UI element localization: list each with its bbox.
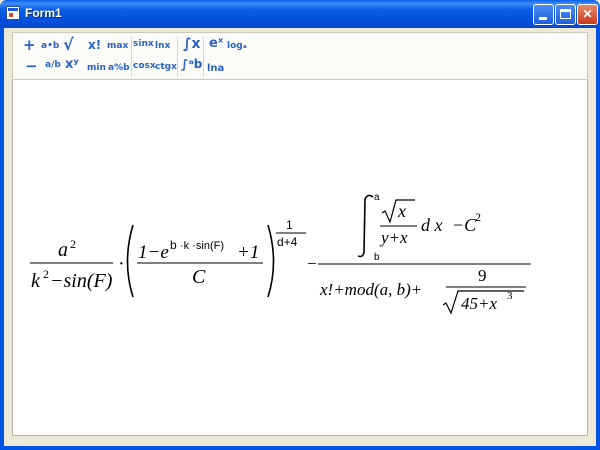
max-button[interactable]: max — [107, 41, 128, 51]
integral-button[interactable]: ∫x — [183, 36, 201, 52]
definite-integral-button[interactable]: ∫ᵃb — [181, 57, 202, 71]
app-icon — [6, 6, 20, 20]
log-button[interactable]: logₐ — [227, 41, 247, 51]
exp-button[interactable]: eˣ — [209, 36, 223, 51]
minimize-icon — [539, 17, 547, 20]
sqrt-button[interactable]: √ — [63, 35, 74, 54]
minimize-button[interactable] — [533, 4, 554, 25]
cos-button[interactable]: cosx — [133, 61, 156, 71]
mod-button[interactable]: a%b — [108, 63, 130, 73]
ln-a-button[interactable]: lna — [207, 63, 224, 74]
min-button[interactable]: min — [87, 63, 106, 73]
toolbar-separator — [203, 37, 204, 77]
app-window: Form1 ✕ + a•b √ x! max sinx lnx ∫x eˣ lo… — [0, 0, 600, 450]
maximize-button[interactable] — [555, 4, 576, 25]
maximize-icon — [560, 9, 571, 19]
sin-button[interactable]: sinx — [133, 39, 154, 49]
close-icon: ✕ — [582, 7, 593, 21]
window-title: Form1 — [25, 6, 62, 20]
formula-canvas[interactable] — [12, 80, 588, 436]
minus-button[interactable]: − — [25, 57, 38, 75]
ctg-button[interactable]: ctgx — [155, 62, 177, 72]
title-bar[interactable]: Form1 ✕ — [0, 0, 600, 28]
factorial-button[interactable]: x! — [88, 38, 101, 52]
formula-toolbar: + a•b √ x! max sinx lnx ∫x eˣ logₐ − a/b… — [12, 32, 588, 80]
client-area: + a•b √ x! max sinx lnx ∫x eˣ logₐ − a/b… — [4, 28, 596, 446]
close-button[interactable]: ✕ — [577, 4, 598, 25]
toolbar-separator — [177, 37, 178, 77]
plus-button[interactable]: + — [23, 36, 36, 54]
divide-button[interactable]: a/b — [45, 60, 61, 70]
multiply-button[interactable]: a•b — [41, 41, 59, 51]
power-button[interactable]: xʸ — [65, 57, 79, 72]
ln-button[interactable]: lnx — [155, 41, 170, 51]
toolbar-separator — [131, 37, 132, 77]
